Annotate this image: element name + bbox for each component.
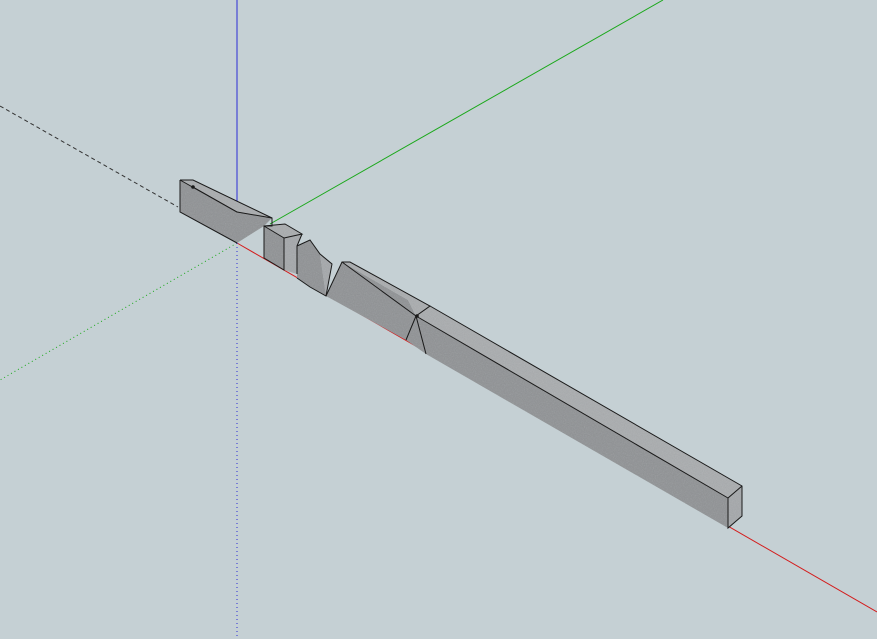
segment-5-front-face <box>416 316 728 528</box>
segment-5-top-face <box>416 306 742 498</box>
green-axis-hidden <box>0 242 238 381</box>
green-axis <box>269 0 664 225</box>
vertex-marker <box>191 185 195 189</box>
3d-viewport[interactable] <box>0 0 877 639</box>
vertex-marker <box>415 314 419 318</box>
model-canvas[interactable] <box>0 0 877 639</box>
red-axis-hidden <box>0 105 179 208</box>
